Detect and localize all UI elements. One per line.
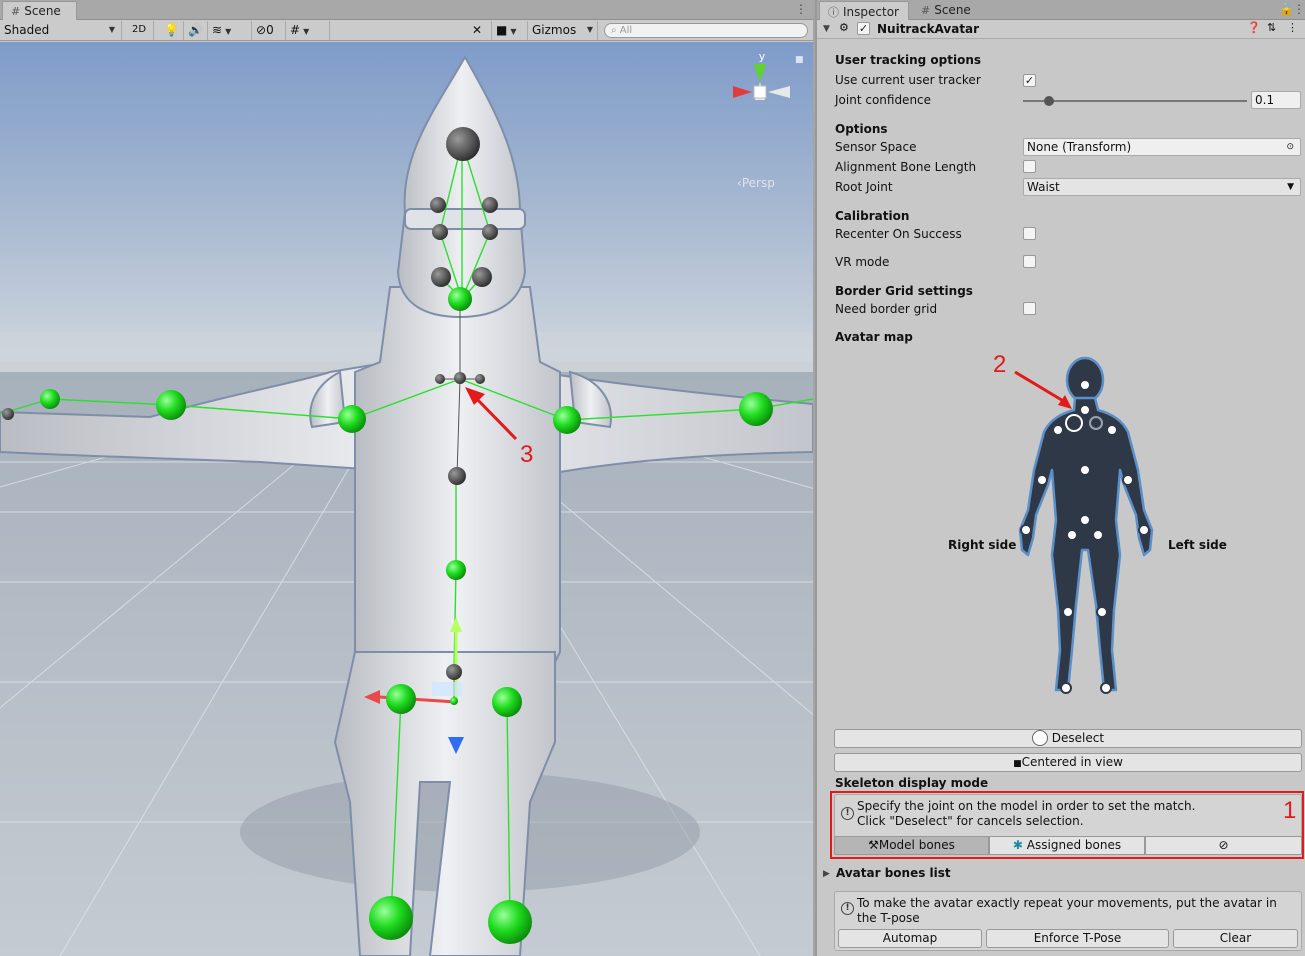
toggle-2d-button[interactable]: 2D (128, 21, 154, 40)
component-enabled-checkbox[interactable]: ✓ (857, 22, 870, 35)
component-menu-icon[interactable]: ⋮ (1287, 21, 1298, 34)
annotation-label-3: 3 (520, 441, 533, 468)
alignment-bone-length-label: Alignment Bone Length (835, 160, 977, 174)
gizmos-dropdown[interactable]: Gizmos ▼ (528, 21, 598, 40)
section-calibration: Calibration (835, 209, 910, 223)
use-current-user-tracker-checkbox[interactable]: ✓ (1023, 74, 1036, 87)
scene-toolbar: Shaded ▼ 2D 💡 🔊 ≋ ▼ ⊘0 # ▼ ✕ ■ ▼ Gizmos ▼ ⌕ … (0, 20, 813, 41)
shading-mode-dropdown[interactable]: Shaded ▼ (0, 21, 122, 40)
object-picker-icon[interactable]: ⊙ (1286, 139, 1294, 155)
enforce-tpose-button[interactable]: Enforce T-Pose (986, 929, 1169, 948)
need-border-grid-label: Need border grid (835, 302, 938, 316)
circle-icon (1031, 730, 1048, 746)
grid-icon: # (11, 5, 21, 18)
help-icon[interactable]: ❓ (1247, 21, 1261, 34)
automap-button[interactable]: Automap (838, 929, 982, 948)
audio-toggle-icon[interactable]: 🔊 (184, 21, 208, 40)
foldout-expanded-icon[interactable]: ▼ (823, 24, 830, 34)
component-header[interactable]: ▼ ⚙ ✓ NuitrackAvatar ❓ ⇅ ⋮ (817, 20, 1305, 39)
inspector-tabbar: ⓘ Inspector # Scene 🔒 ⋮ (817, 0, 1305, 20)
effects-toggle-icon[interactable]: ≋ ▼ (208, 21, 252, 40)
eye-slash-icon: ⊘ (256, 23, 267, 37)
need-border-grid-checkbox[interactable] (1023, 302, 1036, 315)
annotation-label-1: 1 (1283, 797, 1297, 824)
joint-confidence-label: Joint confidence (835, 93, 932, 107)
scene-menu-icon[interactable]: ⋮ (795, 2, 807, 16)
grid-toggle-icon[interactable]: # ▼ (286, 21, 330, 40)
sensor-space-field[interactable]: None (Transform) ⊙ (1023, 138, 1301, 156)
section-user-tracking: User tracking options (835, 53, 982, 67)
right-side-label: Right side (948, 538, 1017, 552)
presets-icon[interactable]: ⇅ (1267, 21, 1276, 34)
centered-in-view-button[interactable]: ■Centered in view (834, 753, 1302, 772)
joint-confidence-field[interactable]: 0.1 (1251, 91, 1301, 109)
recenter-checkbox[interactable] (1023, 227, 1036, 240)
component-title: NuitrackAvatar (877, 22, 980, 36)
section-avatar-bones-list: Avatar bones list (836, 866, 951, 880)
script-icon: ⚙ (839, 21, 849, 34)
vr-mode-checkbox[interactable] (1023, 255, 1036, 268)
joint-confidence-slider[interactable] (1023, 100, 1247, 102)
annotation-box-1 (830, 791, 1304, 859)
projection-toggle[interactable]: ‹Persp (737, 176, 775, 190)
chevron-down-icon: ▼ (108, 25, 115, 34)
section-border-grid: Border Grid settings (835, 284, 973, 298)
inspector-panel: ⓘ Inspector # Scene 🔒 ⋮ ▼ ⚙ ✓ NuitrackAvat… (815, 0, 1305, 956)
lock-icon: ■ (795, 55, 804, 65)
scene-panel: # Scene ⋮ Shaded ▼ 2D 💡 🔊 ≋ ▼ ⊘0 # ▼ ✕ ■ ▼ G… (0, 0, 813, 956)
scene-tabbar: # Scene ⋮ (0, 0, 813, 20)
recenter-label: Recenter On Success (835, 227, 962, 241)
scene-viewport[interactable]: 3 y ■ ‹Persp (0, 42, 813, 956)
inspector-lock-icon[interactable]: 🔒 (1279, 2, 1294, 16)
scene-search-input[interactable]: ⌕ All (604, 23, 808, 38)
camera-icon[interactable]: ■ ▼ (492, 21, 528, 40)
use-current-user-tracker-label: Use current user tracker (835, 73, 981, 87)
annotation-label-2: 2 (993, 351, 1007, 378)
info-icon: ! (841, 902, 854, 915)
camera-icon: ■ (1013, 759, 1022, 769)
hidden-objects-toggle[interactable]: ⊘0 (252, 21, 286, 40)
deselect-button[interactable]: Deselect (834, 729, 1302, 748)
section-options: Options (835, 122, 888, 136)
tab-inspector[interactable]: ⓘ Inspector (819, 1, 909, 20)
root-joint-dropdown[interactable]: Waist ▼ (1023, 178, 1301, 196)
grid-icon: # (921, 4, 931, 17)
joint-confidence-slider-handle[interactable] (1044, 96, 1054, 106)
alignment-bone-length-checkbox[interactable] (1023, 160, 1036, 173)
section-skeleton-display: Skeleton display mode (835, 776, 989, 790)
root-joint-label: Root Joint (835, 180, 893, 194)
annotation-arrow-2 (1014, 370, 1072, 409)
tab-scene-2[interactable]: # Scene (913, 1, 983, 20)
tools-icon[interactable]: ✕ (468, 21, 492, 40)
section-avatar-map: Avatar map (835, 330, 913, 344)
inspector-menu-icon[interactable]: ⋮ (1293, 2, 1305, 16)
search-icon: ⌕ (611, 25, 620, 36)
vr-mode-label: VR mode (835, 255, 890, 269)
clear-button[interactable]: Clear (1173, 929, 1298, 948)
chevron-down-icon: ▼ (1287, 182, 1294, 192)
foldout-collapsed-icon[interactable]: ▶ (823, 869, 830, 879)
info-icon: ⓘ (828, 6, 839, 19)
gizmo-y-label: y (759, 50, 766, 63)
sensor-space-label: Sensor Space (835, 140, 917, 154)
lighting-toggle-icon[interactable]: 💡 (160, 21, 184, 40)
tab-scene[interactable]: # Scene (2, 1, 77, 20)
left-side-label: Left side (1168, 538, 1227, 552)
